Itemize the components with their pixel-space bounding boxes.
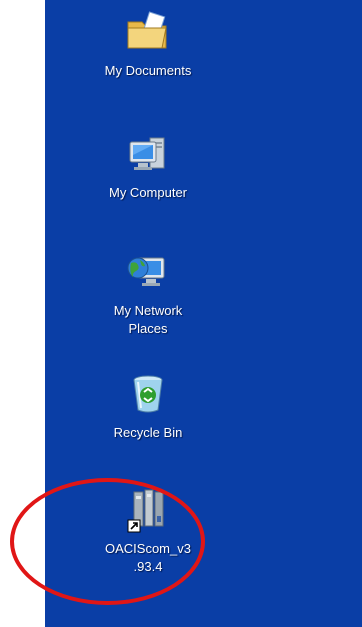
desktop-icon-label: My Network Places: [113, 303, 183, 336]
desktop-icon-label: My Documents: [104, 63, 192, 78]
network-icon: [127, 257, 165, 286]
folder-icon: [127, 11, 167, 49]
desktop-icon-recycle-bin[interactable]: Recycle Bin: [93, 370, 203, 442]
application-shortcut-icon: [127, 489, 164, 533]
recycle-bin-icon: [133, 375, 163, 413]
desktop-icon-label: OACIScom_v3 .93.4: [105, 541, 191, 574]
desktop-icon-oaciscom-shortcut[interactable]: OACIScom_v3 .93.4: [93, 486, 203, 576]
desktop-icon-my-computer[interactable]: My Computer: [93, 130, 203, 202]
computer-icon: [129, 137, 165, 170]
desktop-icon-my-documents[interactable]: My Documents: [93, 8, 203, 80]
desktop[interactable]: My Documents My Computer My Network Plac…: [45, 0, 362, 627]
desktop-icon-label: My Computer: [108, 185, 188, 200]
desktop-icon-label: Recycle Bin: [113, 425, 183, 440]
desktop-icon-my-network-places[interactable]: My Network Places: [93, 248, 203, 338]
